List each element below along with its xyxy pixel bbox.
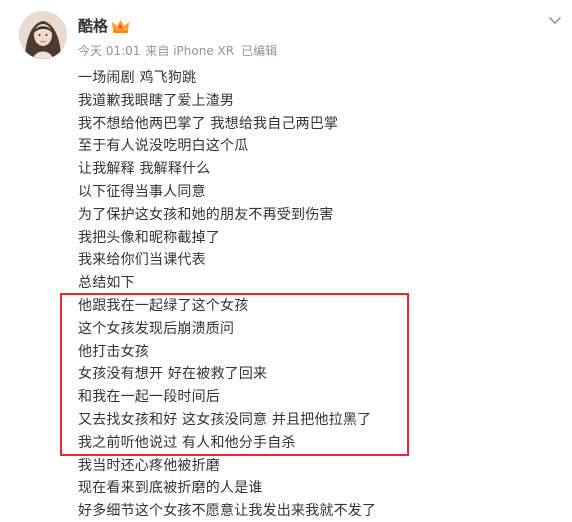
post-source: 来自 iPhone XR bbox=[145, 44, 235, 58]
post-line: 为了保护这女孩和她的朋友不再受到伤害 bbox=[78, 206, 334, 223]
author-name[interactable]: 酷格 bbox=[78, 16, 108, 36]
post-line: 现在看来到底被折磨的人是谁 bbox=[78, 480, 263, 497]
post-line: 好多细节这个女孩不愿意让我发出来我就不发了 bbox=[78, 503, 377, 520]
chevron-down-icon[interactable] bbox=[547, 14, 563, 26]
highlight-annotation-box bbox=[60, 293, 409, 456]
post-line: 让我解释 我解释什么 bbox=[78, 161, 211, 178]
avatar-photo bbox=[19, 11, 67, 59]
post-line: 至于有人说没吃明白这个瓜 bbox=[78, 138, 249, 155]
post-line: 我不想给他两巴掌了 我想给我自己两巴掌 bbox=[78, 115, 339, 132]
post-line: 我道歉我眼瞎了爱上渣男 bbox=[78, 92, 235, 109]
post-time[interactable]: 今天 01:01 bbox=[78, 44, 140, 58]
post-meta: 今天 01:01 来自 iPhone XR 已编辑 bbox=[78, 43, 282, 59]
post-line: 总结如下 bbox=[78, 275, 135, 292]
post-line: 我当时还心疼他被折磨 bbox=[78, 457, 220, 474]
weibo-post: 酷格 今天 01:01 来自 iPhone XR 已编辑 一场闹剧 鸡飞狗跳 我道歉… bbox=[0, 0, 572, 522]
avatar[interactable] bbox=[19, 11, 67, 59]
post-line: 以下征得当事人同意 bbox=[78, 183, 206, 200]
post-line: 我把头像和昵称截掉了 bbox=[78, 229, 220, 246]
post-line: 我来给你们当课代表 bbox=[78, 252, 206, 269]
post-line: 一场闹剧 鸡飞狗跳 bbox=[78, 70, 197, 86]
edited-label[interactable]: 已编辑 bbox=[241, 44, 277, 58]
vip-crown-icon[interactable] bbox=[111, 18, 130, 34]
